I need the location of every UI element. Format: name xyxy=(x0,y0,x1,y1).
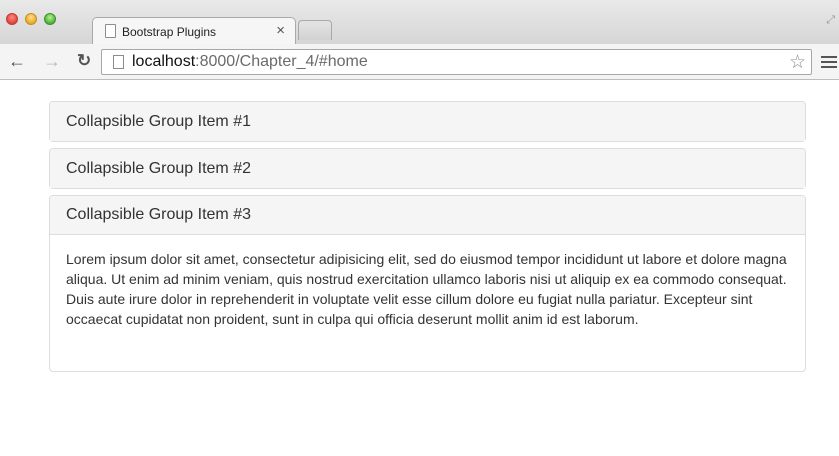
accordion-panel: Collapsible Group Item #2 xyxy=(49,148,806,189)
page-icon xyxy=(113,55,124,69)
forward-arrow-icon[interactable]: → xyxy=(43,51,61,71)
url-text[interactable]: localhost:8000/Chapter_4/#home xyxy=(132,53,368,71)
browser-toolbar: ← → ↻ localhost:8000/Chapter_4/#home ☆ xyxy=(0,44,839,80)
minimize-icon[interactable] xyxy=(25,13,37,25)
tab-title: Bootstrap Plugins xyxy=(122,25,217,39)
zoom-icon[interactable] xyxy=(44,13,56,25)
url-host: localhost xyxy=(132,53,196,70)
close-window-icon[interactable] xyxy=(6,13,18,25)
reload-icon[interactable]: ↻ xyxy=(77,51,91,71)
accordion-title[interactable]: Collapsible Group Item #3 xyxy=(66,206,251,224)
back-arrow-icon[interactable]: ← xyxy=(8,51,26,71)
accordion-heading[interactable]: Collapsible Group Item #3 xyxy=(50,196,805,235)
new-tab-button[interactable] xyxy=(298,20,332,40)
accordion-heading[interactable]: Collapsible Group Item #2 xyxy=(50,149,805,188)
browser-titlebar: Bootstrap Plugins × ⤢ xyxy=(0,0,839,44)
star-icon[interactable]: ☆ xyxy=(789,51,806,74)
accordion-body: Lorem ipsum dolor sit amet, consectetur … xyxy=(66,251,787,327)
accordion-title[interactable]: Collapsible Group Item #2 xyxy=(66,160,251,178)
page-icon xyxy=(105,24,116,38)
accordion-panel: Collapsible Group Item #3 Lorem ipsum do… xyxy=(49,195,806,372)
accordion-title[interactable]: Collapsible Group Item #1 xyxy=(66,113,251,131)
url-path: :8000/Chapter_4/#home xyxy=(195,53,368,70)
address-bar[interactable]: localhost:8000/Chapter_4/#home ☆ xyxy=(101,49,812,75)
page-content: Collapsible Group Item #1 Collapsible Gr… xyxy=(0,81,839,456)
accordion-heading[interactable]: Collapsible Group Item #1 xyxy=(50,102,805,141)
fullscreen-icon[interactable]: ⤢ xyxy=(826,14,835,27)
accordion-panel: Collapsible Group Item #1 xyxy=(49,101,806,142)
tab-close-icon[interactable]: × xyxy=(276,22,285,39)
browser-tab[interactable]: Bootstrap Plugins × xyxy=(92,17,296,44)
menu-icon[interactable] xyxy=(821,56,837,68)
